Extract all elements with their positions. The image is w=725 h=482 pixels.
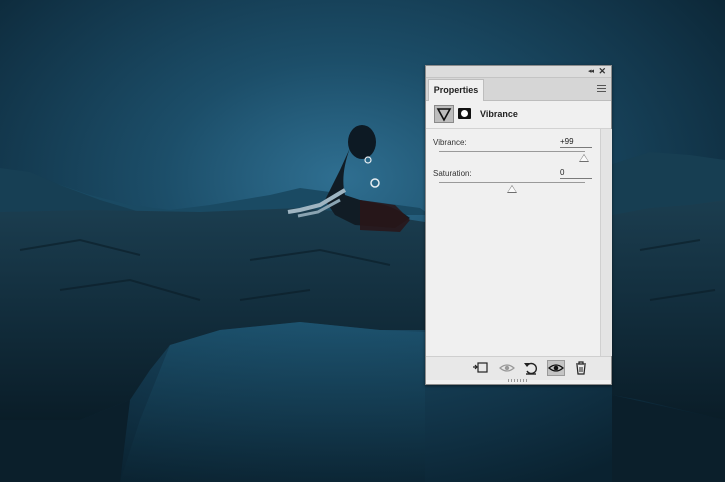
adjustment-header: Vibrance: [426, 101, 611, 127]
close-icon[interactable]: ✕: [598, 65, 606, 77]
tab-properties[interactable]: Properties: [428, 79, 484, 101]
adjustment-title: Vibrance: [480, 109, 518, 119]
panel-tab-row: Properties: [426, 78, 611, 101]
saturation-value-field[interactable]: 0: [560, 168, 592, 179]
panel-footer: [426, 356, 611, 380]
layer-mask-icon[interactable]: [458, 108, 471, 119]
saturation-slider-track[interactable]: [439, 182, 585, 183]
saturation-label: Saturation:: [433, 169, 472, 178]
panel-title-bar[interactable]: ◂◂ ✕: [426, 66, 611, 78]
vibrance-slider-thumb[interactable]: [579, 154, 590, 162]
panel-resize-grip[interactable]: [508, 379, 528, 382]
vibrance-icon[interactable]: [434, 105, 454, 123]
saturation-slider-thumb[interactable]: [507, 185, 517, 193]
clip-to-layer-icon[interactable]: [471, 360, 489, 376]
view-previous-state-icon[interactable]: [498, 360, 516, 376]
vibrance-label: Vibrance:: [433, 138, 467, 147]
panel-menu-icon[interactable]: [597, 85, 606, 93]
collapse-icon[interactable]: ◂◂: [588, 66, 594, 77]
toggle-visibility-icon[interactable]: [547, 360, 565, 376]
delete-icon[interactable]: [572, 360, 590, 376]
background-artwork: [0, 0, 725, 482]
vibrance-value-field[interactable]: +99: [560, 137, 592, 148]
vibrance-slider-track[interactable]: [439, 151, 585, 152]
adjustment-controls: Vibrance: +99 Saturation: 0: [426, 129, 600, 356]
properties-panel: ◂◂ ✕ Properties Vibrance Vibrance: +99 S…: [425, 65, 612, 385]
panel-scrollbar[interactable]: [600, 129, 612, 356]
reset-icon[interactable]: [522, 360, 540, 376]
